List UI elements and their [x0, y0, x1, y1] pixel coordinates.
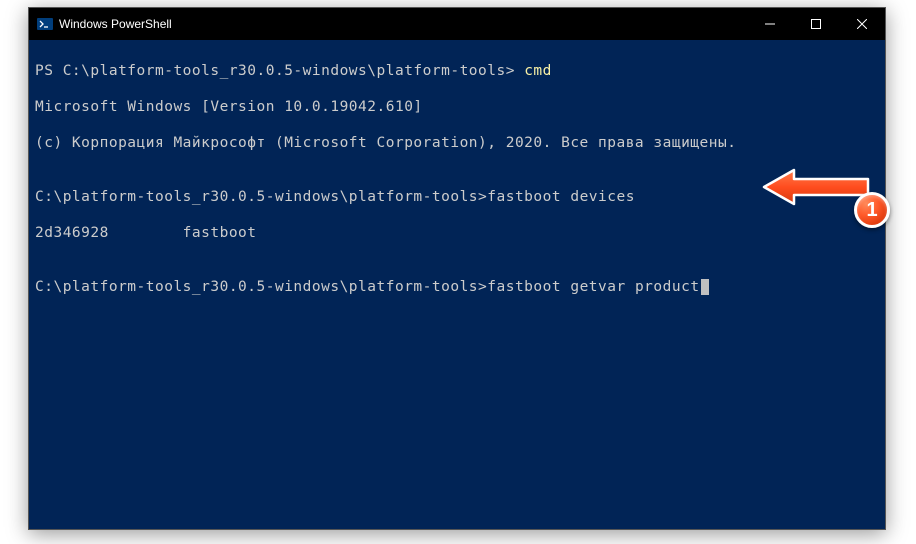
prompt-text: C:\platform-tools_r30.0.5-windows\platfo…: [35, 279, 487, 295]
command-text: fastboot getvar product: [487, 279, 699, 295]
output-text: 2d346928 fastboot: [35, 224, 879, 242]
maximize-button[interactable]: [793, 8, 839, 40]
output-text: Microsoft Windows [Version 10.0.19042.61…: [35, 98, 879, 116]
cursor-icon: [701, 279, 709, 295]
close-button[interactable]: [839, 8, 885, 40]
titlebar[interactable]: Windows PowerShell: [29, 8, 885, 40]
output-text: (c) Корпорация Майкрософт (Microsoft Cor…: [35, 134, 879, 152]
prompt-text: PS C:\platform-tools_r30.0.5-windows\pla…: [35, 63, 524, 79]
terminal-content[interactable]: PS C:\platform-tools_r30.0.5-windows\pla…: [29, 40, 885, 336]
window-title: Windows PowerShell: [59, 17, 747, 31]
powershell-icon: [37, 16, 53, 32]
minimize-button[interactable]: [747, 8, 793, 40]
command-text: cmd: [524, 63, 552, 79]
prompt-text: C:\platform-tools_r30.0.5-windows\platfo…: [35, 189, 487, 205]
window-controls: [747, 8, 885, 40]
command-text: fastboot devices: [487, 189, 635, 205]
powershell-window: Windows PowerShell PS C:\platform-tools_…: [28, 7, 886, 530]
